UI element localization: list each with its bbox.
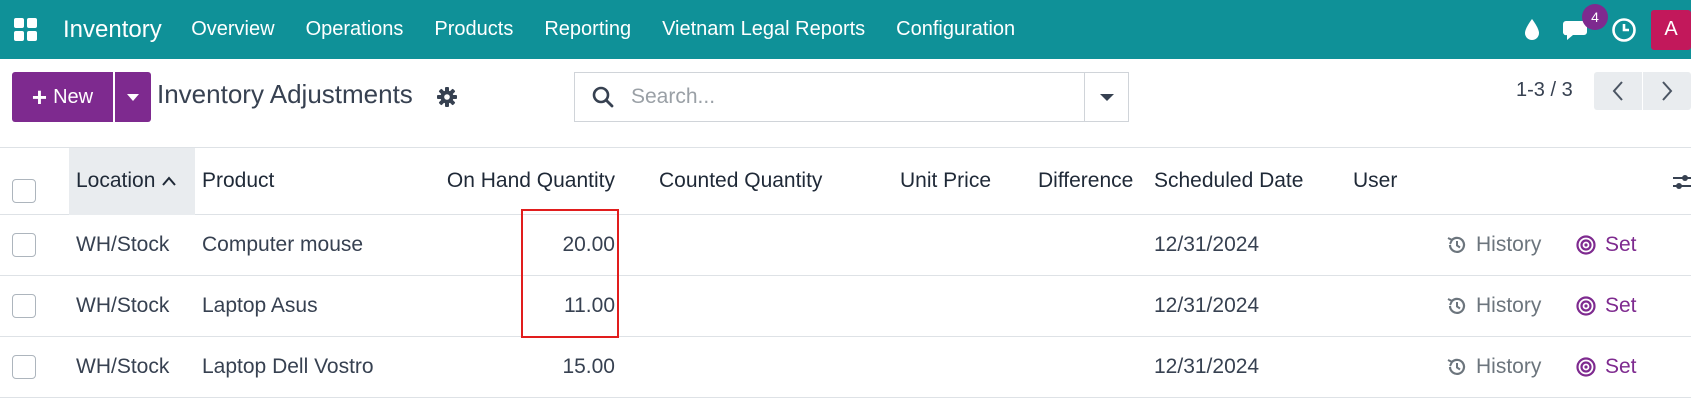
user-avatar[interactable]: A <box>1651 9 1691 50</box>
history-button-label: History <box>1476 294 1542 317</box>
column-scheduled-date[interactable]: Scheduled Date <box>1154 148 1303 214</box>
gear-icon[interactable] <box>436 86 458 113</box>
cell-scheduled-date: 12/31/2024 <box>1154 355 1260 378</box>
set-button[interactable]: Set <box>1575 215 1637 275</box>
pager-value[interactable]: 1-3 / 3 <box>1516 79 1573 102</box>
menu-vietnam-legal-reports[interactable]: Vietnam Legal Reports <box>647 0 881 59</box>
pager-previous-button[interactable] <box>1594 72 1642 110</box>
row-checkbox-cell <box>12 276 36 336</box>
set-button-label: Set <box>1605 294 1637 317</box>
chevron-down-icon <box>127 93 139 101</box>
cell-location: WH/Stock <box>76 355 170 378</box>
set-button-label: Set <box>1605 233 1637 256</box>
chat-icon[interactable]: 4 <box>1555 0 1608 59</box>
control-panel: + New Inventory Adjustments Search... 1-… <box>0 59 1691 148</box>
table-row[interactable]: WH/Stock Computer mouse 20.00 12/31/2024… <box>0 215 1691 276</box>
search-icon <box>575 85 631 109</box>
chevron-left-icon <box>1612 81 1623 101</box>
page-title: Inventory Adjustments <box>157 79 413 109</box>
top-navbar: Inventory Overview Operations Products R… <box>0 0 1691 59</box>
history-icon <box>1447 236 1466 253</box>
cell-location: WH/Stock <box>76 294 170 317</box>
annotation-highlight-box <box>521 209 619 338</box>
history-button[interactable]: History <box>1446 337 1541 397</box>
inventory-table: Location Product On Hand Quantity Counte… <box>0 148 1691 398</box>
target-icon <box>1576 235 1596 255</box>
cell-on-hand-quantity: 15.00 <box>562 355 615 378</box>
pager-next-button[interactable] <box>1643 72 1691 110</box>
sort-up-icon <box>162 176 177 186</box>
optional-columns-icon[interactable] <box>1671 170 1691 199</box>
row-checkbox[interactable] <box>12 294 36 318</box>
table-header: Location Product On Hand Quantity Counte… <box>0 148 1691 215</box>
history-button[interactable]: History <box>1446 215 1541 275</box>
plus-icon: + <box>31 82 48 112</box>
cell-location: WH/Stock <box>76 233 170 256</box>
new-button[interactable]: + New <box>12 72 113 122</box>
caret-down-icon <box>1099 93 1114 101</box>
history-button-label: History <box>1476 233 1542 256</box>
cell-product: Laptop Asus <box>202 294 318 317</box>
history-icon <box>1447 358 1466 375</box>
column-unit-price[interactable]: Unit Price <box>900 148 991 214</box>
cell-product: Computer mouse <box>202 233 364 256</box>
search-input[interactable] <box>631 85 1071 109</box>
apps-menu-icon[interactable] <box>0 0 46 59</box>
table-row[interactable]: WH/Stock Laptop Dell Vostro 15.00 12/31/… <box>0 337 1691 398</box>
history-button-label: History <box>1476 355 1542 378</box>
new-dropdown-toggle[interactable] <box>115 72 151 122</box>
menu-products[interactable]: Products <box>419 0 529 59</box>
column-counted-quantity[interactable]: Counted Quantity <box>659 148 822 214</box>
row-checkbox[interactable] <box>12 355 36 379</box>
water-drop-icon[interactable] <box>1509 0 1555 59</box>
column-on-hand-quantity[interactable]: On Hand Quantity <box>420 148 615 214</box>
search-bar <box>574 72 1129 122</box>
select-all-checkbox[interactable] <box>12 179 36 203</box>
menu-overview[interactable]: Overview <box>176 0 290 59</box>
set-button-label: Set <box>1605 355 1637 378</box>
row-checkbox-cell <box>12 337 36 397</box>
column-location[interactable]: Location <box>76 148 177 214</box>
new-button-label: New <box>53 85 94 108</box>
history-button[interactable]: History <box>1446 276 1541 336</box>
row-checkbox-cell <box>12 215 36 275</box>
search-options-toggle[interactable] <box>1084 73 1128 121</box>
column-difference[interactable]: Difference <box>1038 148 1133 214</box>
column-product[interactable]: Product <box>202 148 274 214</box>
column-user[interactable]: User <box>1353 148 1397 214</box>
cell-scheduled-date: 12/31/2024 <box>1154 233 1260 256</box>
chevron-right-icon <box>1662 81 1673 101</box>
target-icon <box>1576 357 1596 377</box>
menu-operations[interactable]: Operations <box>290 0 419 59</box>
menu-reporting[interactable]: Reporting <box>529 0 647 59</box>
systray: 4 A <box>1509 0 1691 59</box>
set-button[interactable]: Set <box>1575 276 1637 336</box>
menu-configuration[interactable]: Configuration <box>881 0 1031 59</box>
history-icon <box>1447 297 1466 314</box>
cell-scheduled-date: 12/31/2024 <box>1154 294 1260 317</box>
column-location-label: Location <box>76 169 156 192</box>
row-checkbox[interactable] <box>12 233 36 257</box>
target-icon <box>1576 296 1596 316</box>
cell-product: Laptop Dell Vostro <box>202 355 374 378</box>
table-row[interactable]: WH/Stock Laptop Asus 11.00 12/31/2024 Hi… <box>0 276 1691 337</box>
set-button[interactable]: Set <box>1575 337 1637 397</box>
clock-icon[interactable] <box>1601 0 1647 59</box>
app-title[interactable]: Inventory <box>63 16 162 44</box>
